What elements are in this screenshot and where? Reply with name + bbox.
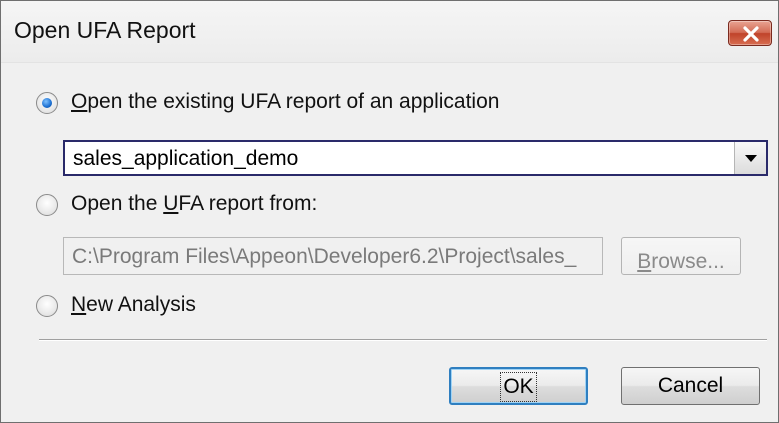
label-mnemonic: U xyxy=(163,192,179,215)
combobox-dropdown-button[interactable] xyxy=(734,142,766,174)
application-combobox-value: sales_application_demo xyxy=(73,147,299,170)
label-rest: FA report from: xyxy=(178,192,318,215)
radio-report-from-file-label[interactable]: Open the UFA report from: xyxy=(71,192,317,216)
radio-existing-report[interactable] xyxy=(36,92,58,114)
ok-button[interactable]: OK xyxy=(449,367,588,405)
label-rest: pen the existing UFA report of an applic… xyxy=(87,90,500,113)
radio-report-from-file[interactable] xyxy=(36,194,58,216)
separator xyxy=(39,339,767,341)
label-rest: rowse... xyxy=(651,250,725,273)
cancel-button-label: Cancel xyxy=(657,374,724,397)
radio-new-analysis[interactable] xyxy=(36,295,58,317)
label-rest: ew Analysis xyxy=(86,293,196,316)
radio-existing-report-label[interactable]: Open the existing UFA report of an appli… xyxy=(71,90,499,114)
label-mnemonic: B xyxy=(637,250,652,273)
open-ufa-report-dialog: Open UFA Report Open the existing UFA re… xyxy=(0,0,779,423)
report-path-field[interactable]: C:\Program Files\Appeon\Developer6.2\Pro… xyxy=(63,237,603,275)
chevron-down-icon xyxy=(745,155,757,162)
dialog-title: Open UFA Report xyxy=(14,17,196,43)
label-prefix: Open the xyxy=(71,192,164,215)
cancel-button[interactable]: Cancel xyxy=(621,367,760,405)
label-mnemonic: N xyxy=(71,293,87,316)
ok-button-label: OK xyxy=(500,372,537,402)
report-path-value: C:\Program Files\Appeon\Developer6.2\Pro… xyxy=(72,245,577,268)
label-mnemonic: O xyxy=(71,90,88,113)
radio-new-analysis-label[interactable]: New Analysis xyxy=(71,293,196,317)
browse-button[interactable]: Browse... xyxy=(621,237,741,275)
application-combobox[interactable]: sales_application_demo xyxy=(63,140,768,176)
close-button[interactable] xyxy=(728,20,772,46)
close-icon xyxy=(743,26,759,42)
title-bar: Open UFA Report xyxy=(1,1,778,63)
